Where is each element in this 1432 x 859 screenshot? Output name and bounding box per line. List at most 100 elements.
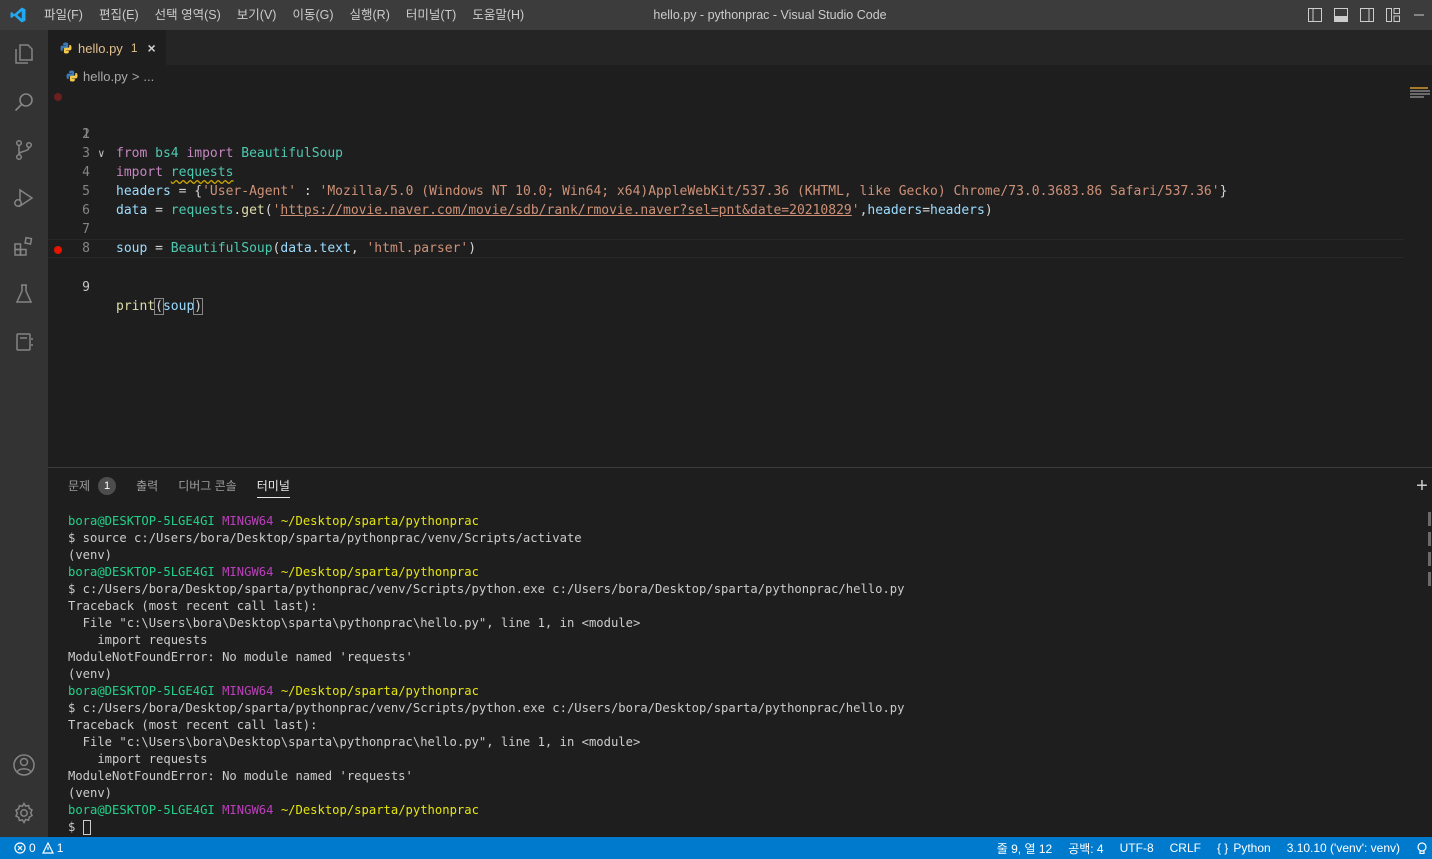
toggle-panel-icon[interactable] [1328, 0, 1354, 30]
terminal-side-mark [1428, 552, 1431, 566]
prompt-path: ~/Desktop/sparta/pythonprac [280, 565, 479, 579]
source-control-icon[interactable] [0, 126, 48, 174]
layout-controls [1302, 0, 1432, 30]
terminal-line: $ c:/Users/bora/Desktop/sparta/pythonpra… [68, 582, 905, 596]
arg-soup: soup [162, 299, 195, 314]
terminal-cursor [82, 820, 91, 835]
menu-help[interactable]: 도움말(H) [464, 0, 532, 30]
breadcrumb-separator: > [131, 68, 140, 84]
menu-bar: 파일(F) 편집(E) 선택 영역(S) 보기(V) 이동(G) 실행(R) 터… [36, 0, 532, 30]
tab-problem-count: 1 [130, 41, 138, 55]
terminal-line: (venv) [68, 667, 113, 681]
encoding[interactable]: UTF-8 [1112, 837, 1162, 859]
minimap-line [1410, 93, 1430, 95]
testing-icon[interactable] [0, 270, 48, 318]
braces-icon: { } [1216, 841, 1229, 855]
prompt-env: MINGW64 [222, 565, 274, 579]
breadcrumb-file[interactable]: hello.py [83, 69, 128, 84]
terminal-line: import requests [68, 752, 208, 766]
terminal-line: ModuleNotFoundError: No module named 're… [68, 650, 413, 664]
breadcrumb-symbols[interactable]: ... [143, 69, 154, 84]
terminal-input-line[interactable]: $ [68, 819, 1408, 836]
manage-gear-icon[interactable] [0, 789, 48, 837]
menu-selection[interactable]: 선택 영역(S) [147, 0, 229, 30]
terminal-line: Traceback (most recent call last): [68, 718, 318, 732]
feedback-icon[interactable] [1408, 837, 1432, 859]
status-bar: 0 1 줄 9, 열 12 공백: 4 UTF-8 CRLF { } Pytho… [0, 837, 1432, 859]
terminal-output[interactable]: bora@DESKTOP-5LGE4GI MINGW64 ~/Desktop/s… [68, 513, 1408, 836]
terminal-prompt: bora@DESKTOP-5LGE4GI MINGW64 ~/Desktop/s… [68, 802, 1408, 819]
menu-terminal[interactable]: 터미널(T) [398, 0, 464, 30]
tab-problems-label: 문제 [68, 479, 91, 493]
tab-terminal[interactable]: 터미널 [247, 468, 300, 504]
remote-explorer-icon[interactable] [0, 318, 48, 366]
search-icon[interactable] [0, 78, 48, 126]
tab-problems[interactable]: 문제 1 [58, 468, 126, 504]
problems-status[interactable]: 0 1 [14, 837, 71, 859]
breakpoint-hint-icon[interactable] [54, 93, 62, 101]
prompt-path: ~/Desktop/sparta/pythonprac [280, 803, 479, 817]
prompt-user: bora@DESKTOP-5LGE4GI [68, 684, 215, 698]
toggle-primary-sidebar-icon[interactable] [1302, 0, 1328, 30]
prompt-dollar: $ [68, 820, 76, 834]
language-mode[interactable]: { } Python [1209, 837, 1279, 859]
python-interpreter[interactable]: 3.10.10 ('venv': venv) [1279, 837, 1408, 859]
language-label: Python [1233, 841, 1271, 855]
end-of-line[interactable]: CRLF [1162, 837, 1209, 859]
terminal-line: $ source c:/Users/bora/Desktop/sparta/py… [68, 531, 582, 545]
error-count: 0 [29, 841, 36, 855]
prompt-user: bora@DESKTOP-5LGE4GI [68, 803, 215, 817]
minimize-icon[interactable] [1406, 0, 1432, 30]
terminal-line: (venv) [68, 548, 113, 562]
toggle-secondary-sidebar-icon[interactable] [1354, 0, 1380, 30]
terminal-prompt: bora@DESKTOP-5LGE4GI MINGW64 ~/Desktop/s… [68, 564, 1408, 581]
tab-filename: hello.py [78, 40, 123, 56]
run-debug-icon[interactable] [0, 174, 48, 222]
minimap[interactable] [1410, 87, 1432, 107]
menu-go[interactable]: 이동(G) [284, 0, 341, 30]
code-line-3: 3 [48, 125, 1404, 161]
code-line-4: 4 headers = {'User-Agent' : 'Mozilla/5.0… [48, 144, 1404, 199]
minimap-line [1410, 90, 1430, 92]
tab-output[interactable]: 출력 [126, 468, 168, 504]
accounts-icon[interactable] [0, 741, 48, 789]
code-line-9-current: 9 print(soup) [48, 239, 1404, 315]
prompt-path: ~/Desktop/sparta/pythonprac [280, 684, 479, 698]
customize-layout-icon[interactable] [1380, 0, 1406, 30]
breadcrumb: hello.py > ... [48, 65, 1432, 87]
activity-bar [0, 30, 48, 837]
terminal-side-mark [1428, 512, 1431, 526]
menu-file[interactable]: 파일(F) [36, 0, 91, 30]
tab-hello-py[interactable]: hello.py 1 × [48, 30, 166, 65]
code-line-1: 1 ∨ import requests [48, 87, 1404, 180]
cursor-position[interactable]: 줄 9, 열 12 [989, 837, 1060, 859]
extensions-icon[interactable] [0, 222, 48, 270]
editor-area: hello.py 1 × hello.py > ... 1 ∨ import r… [48, 30, 1432, 467]
tab-close-icon[interactable]: × [148, 40, 156, 56]
function-print: print [116, 299, 156, 314]
tab-debug-console[interactable]: 디버그 콘솔 [168, 468, 247, 504]
terminal-side-mark [1428, 572, 1431, 586]
problems-count-badge: 1 [98, 477, 117, 495]
menu-view[interactable]: 보기(V) [229, 0, 285, 30]
paren-open-highlight: ( [154, 298, 164, 315]
terminal-line: import requests [68, 633, 208, 647]
explorer-icon[interactable] [0, 30, 48, 78]
indentation[interactable]: 공백: 4 [1060, 837, 1111, 859]
minimap-line [1410, 87, 1428, 89]
prompt-env: MINGW64 [222, 514, 274, 528]
bottom-panel: 문제 1 출력 디버그 콘솔 터미널 + bora@DESKTOP-5LGE4G… [48, 467, 1432, 837]
terminal-prompt: bora@DESKTOP-5LGE4GI MINGW64 ~/Desktop/s… [68, 683, 1408, 700]
code-line-7: 7 soup = BeautifulSoup(data.text, 'html.… [48, 201, 1404, 256]
vscode-logo-icon [0, 0, 36, 30]
status-left: 0 1 [0, 837, 71, 859]
panel-tabs: 문제 1 출력 디버그 콘솔 터미널 [48, 468, 1432, 504]
breakpoint-icon[interactable] [54, 246, 62, 254]
menu-run[interactable]: 실행(R) [342, 0, 398, 30]
warning-icon [41, 842, 54, 854]
prompt-path: ~/Desktop/sparta/pythonprac [280, 514, 479, 528]
menu-edit[interactable]: 편집(E) [91, 0, 147, 30]
breadcrumb-python-icon [66, 70, 78, 82]
warning-count: 1 [56, 841, 64, 855]
new-terminal-plus-icon[interactable]: + [1412, 474, 1432, 498]
